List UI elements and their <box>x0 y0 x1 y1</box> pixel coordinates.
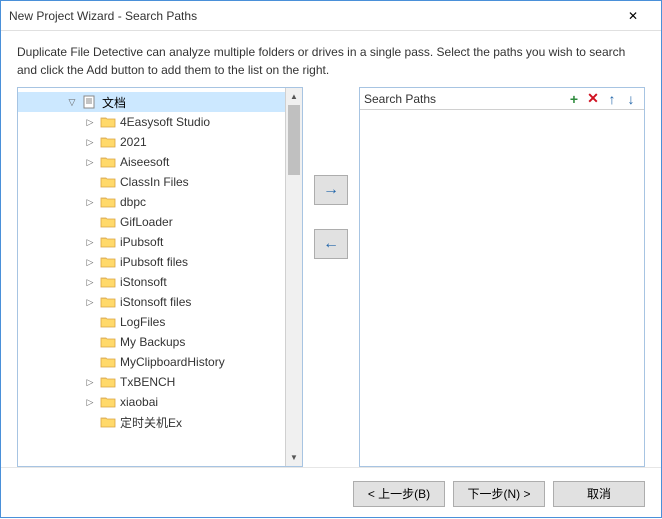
scroll-up-icon: ▲ <box>290 92 298 101</box>
tree-item[interactable]: ▷My Backups <box>18 332 285 352</box>
tree-label: 定时关机Ex <box>120 414 182 431</box>
arrow-left-icon: ← <box>323 235 339 253</box>
tree-label: iStonsoft files <box>120 295 191 309</box>
titlebar: New Project Wizard - Search Paths ✕ <box>1 1 661 31</box>
folder-icon <box>100 175 116 189</box>
folder-icon <box>100 235 116 249</box>
move-up-button[interactable]: ↑ <box>603 90 621 108</box>
next-button[interactable]: 下一步(N) > <box>453 481 545 507</box>
tree-item[interactable]: ▷ dbpc <box>18 192 285 212</box>
tree-label: iPubsoft files <box>120 255 188 269</box>
arrow-up-icon: ↑ <box>609 91 616 107</box>
add-to-right-button[interactable]: → <box>314 175 348 205</box>
folder-icon <box>100 335 116 349</box>
tree-item[interactable]: ▷ iStonsoft files <box>18 292 285 312</box>
cancel-button[interactable]: 取消 <box>553 481 645 507</box>
description-text: Duplicate File Detective can analyze mul… <box>1 31 661 87</box>
tree-label: MyClipboardHistory <box>120 355 225 369</box>
add-to-left-button[interactable]: ← <box>314 229 348 259</box>
plus-icon: + <box>570 91 578 107</box>
tree-item[interactable]: ▷GifLoader <box>18 212 285 232</box>
tree-item[interactable]: ▷LogFiles <box>18 312 285 332</box>
expander-open-icon[interactable]: ▽ <box>66 96 78 108</box>
transfer-buttons: → ← <box>311 87 351 467</box>
window-title: New Project Wizard - Search Paths <box>9 9 613 23</box>
expander-icon[interactable]: ▷ <box>84 116 96 128</box>
arrow-down-icon: ↓ <box>628 91 635 107</box>
tree-item[interactable]: ▷MyClipboardHistory <box>18 352 285 372</box>
delete-icon: ✕ <box>587 90 599 107</box>
tree-label: Aiseesoft <box>120 155 169 169</box>
tree-label: My Backups <box>120 335 185 349</box>
previous-button[interactable]: < 上一步(B) <box>353 481 445 507</box>
expander-icon[interactable]: ▷ <box>84 276 96 288</box>
search-paths-header: Search Paths + ✕ ↑ ↓ <box>360 88 644 110</box>
expander-icon[interactable]: ▷ <box>84 136 96 148</box>
tree-label: iPubsoft <box>120 235 163 249</box>
close-button[interactable]: ✕ <box>613 2 653 30</box>
folder-icon <box>100 215 116 229</box>
tree-item[interactable]: ▷ iStonsoft <box>18 272 285 292</box>
tree-root-item[interactable]: ▽ 文档 <box>18 92 285 112</box>
scroll-down-button[interactable]: ▼ <box>286 449 302 466</box>
folder-icon <box>100 415 116 429</box>
tree-item[interactable]: ▷ iPubsoft <box>18 232 285 252</box>
folder-icon <box>100 315 116 329</box>
folder-icon <box>100 255 116 269</box>
folder-icon <box>100 275 116 289</box>
tree-label: 文档 <box>102 94 126 111</box>
tree-item[interactable]: ▷ 4Easysoft Studio <box>18 112 285 132</box>
scroll-track[interactable] <box>286 105 302 449</box>
footer: < 上一步(B) 下一步(N) > 取消 <box>1 467 661 519</box>
folder-icon <box>100 395 116 409</box>
folder-tree[interactable]: ▽ 文档 ▷4Easysoft Studio▷2021▷Aiseesoft▷Cl… <box>18 88 285 466</box>
arrow-right-icon: → <box>323 181 339 199</box>
tree-label: 4Easysoft Studio <box>120 115 210 129</box>
tree-scrollbar[interactable]: ▲ ▼ <box>285 88 302 466</box>
expander-icon[interactable]: ▷ <box>84 196 96 208</box>
close-icon: ✕ <box>628 9 638 23</box>
scroll-thumb[interactable] <box>288 105 300 175</box>
folder-icon <box>100 135 116 149</box>
remove-path-button[interactable]: ✕ <box>584 90 602 108</box>
scroll-down-icon: ▼ <box>290 453 298 462</box>
folder-icon <box>100 295 116 309</box>
search-paths-list[interactable] <box>360 110 644 466</box>
expander-icon[interactable]: ▷ <box>84 236 96 248</box>
expander-icon[interactable]: ▷ <box>84 376 96 388</box>
tree-label: xiaobai <box>120 395 158 409</box>
tree-item[interactable]: ▷ TxBENCH <box>18 372 285 392</box>
scroll-up-button[interactable]: ▲ <box>286 88 302 105</box>
expander-icon[interactable]: ▷ <box>84 296 96 308</box>
folder-icon <box>100 375 116 389</box>
expander-icon[interactable]: ▷ <box>84 256 96 268</box>
folder-icon <box>100 115 116 129</box>
add-path-button[interactable]: + <box>565 90 583 108</box>
tree-item[interactable]: ▷ Aiseesoft <box>18 152 285 172</box>
tree-label: dbpc <box>120 195 146 209</box>
tree-item[interactable]: ▷ xiaobai <box>18 392 285 412</box>
tree-item[interactable]: ▷定时关机Ex <box>18 412 285 432</box>
folder-icon <box>100 155 116 169</box>
folder-tree-panel: ▽ 文档 ▷4Easysoft Studio▷2021▷Aiseesoft▷Cl… <box>17 87 303 467</box>
expander-icon[interactable]: ▷ <box>84 156 96 168</box>
tree-label: 2021 <box>120 135 147 149</box>
tree-item[interactable]: ▷ 2021 <box>18 132 285 152</box>
tree-label: iStonsoft <box>120 275 167 289</box>
tree-label: GifLoader <box>120 215 173 229</box>
content-area: ▽ 文档 ▷4Easysoft Studio▷2021▷Aiseesoft▷Cl… <box>1 87 661 467</box>
tree-item[interactable]: ▷ClassIn Files <box>18 172 285 192</box>
expander-icon[interactable]: ▷ <box>84 396 96 408</box>
document-folder-icon <box>82 95 98 109</box>
tree-item[interactable]: ▷ iPubsoft files <box>18 252 285 272</box>
folder-icon <box>100 355 116 369</box>
tree-label: ClassIn Files <box>120 175 189 189</box>
move-down-button[interactable]: ↓ <box>622 90 640 108</box>
folder-icon <box>100 195 116 209</box>
tree-label: TxBENCH <box>120 375 175 389</box>
search-paths-title: Search Paths <box>364 92 564 106</box>
search-paths-panel: Search Paths + ✕ ↑ ↓ <box>359 87 645 467</box>
tree-label: LogFiles <box>120 315 165 329</box>
